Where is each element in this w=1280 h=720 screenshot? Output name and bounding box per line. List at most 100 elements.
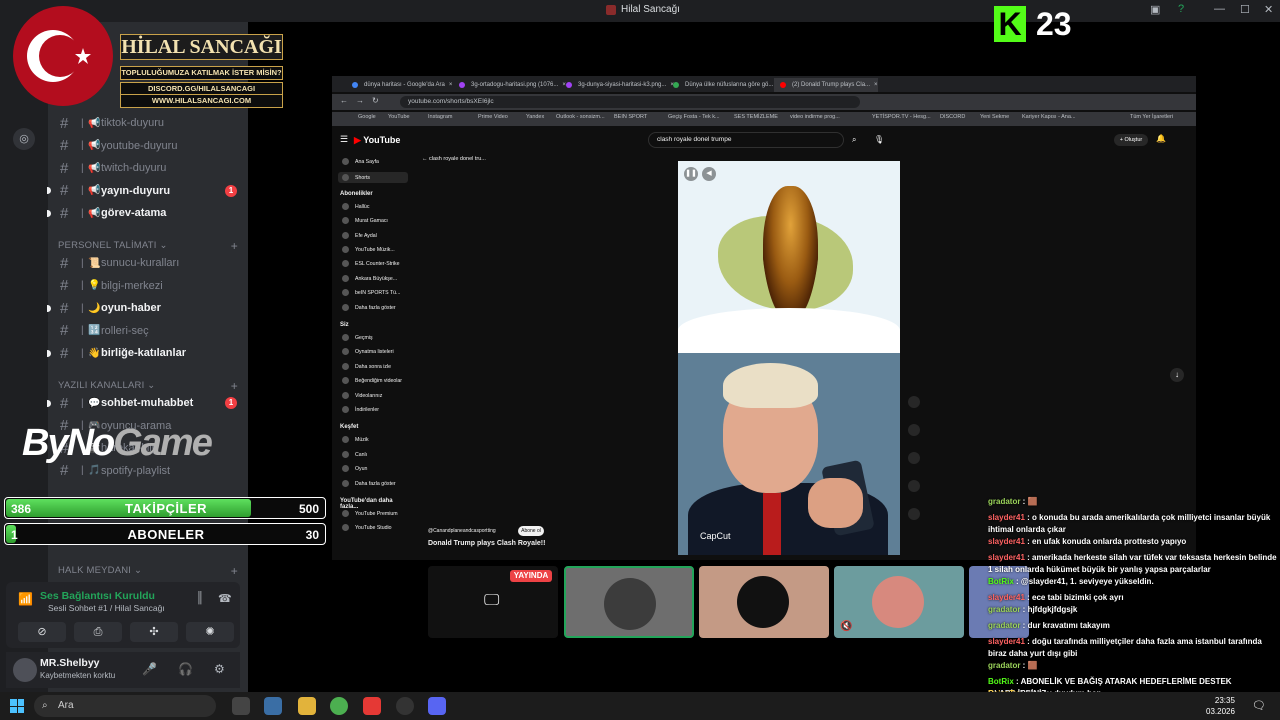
subscription-item[interactable]: Ankara Büyükşe... <box>342 274 397 282</box>
subscription-item[interactable]: Daha fazla göster <box>342 303 396 311</box>
nav-item[interactable]: Shorts <box>338 172 408 184</box>
task-view-icon[interactable] <box>232 697 250 715</box>
youtube-app-icon[interactable] <box>363 697 381 715</box>
share-icon[interactable] <box>908 480 920 492</box>
browser-tab-2[interactable]: 3g-dunya-siyasi-haritasi-k3.png...× <box>560 78 674 92</box>
bookmark-4[interactable]: Yandex <box>526 114 544 120</box>
discover-icon[interactable]: ◎ <box>13 128 35 150</box>
start-button[interactable] <box>10 699 24 713</box>
you-item[interactable]: Videolarınız <box>342 391 382 399</box>
bookmark-11[interactable]: DISCORD <box>940 114 965 120</box>
remix-icon[interactable] <box>908 508 920 520</box>
participant-tile-1[interactable] <box>564 566 694 638</box>
bookmark-3[interactable]: Prime Video <box>478 114 508 120</box>
bookmark-0[interactable]: Google <box>358 114 376 120</box>
mic-icon[interactable]: 🎤 <box>142 662 157 676</box>
more-item[interactable]: YouTube Premium <box>342 510 398 517</box>
short-video-person-with-phone[interactable]: CapCut <box>678 353 900 555</box>
pause-icon[interactable]: ❚❚ <box>684 167 698 181</box>
comment-icon[interactable] <box>908 452 920 464</box>
you-item[interactable]: Daha sonra izle <box>342 362 391 370</box>
soundboard-button[interactable]: ✺ <box>186 622 234 642</box>
taskbar-search[interactable]: ⌕ Ara <box>34 695 216 717</box>
subscription-item[interactable]: Hallüc <box>342 202 369 210</box>
explore-item[interactable]: Daha fazla göster <box>342 479 396 487</box>
bookmark-5[interactable]: Outlook - sonsizm... <box>556 114 605 120</box>
avatar[interactable] <box>13 658 37 682</box>
headphones-icon[interactable]: 🎧 <box>178 662 193 676</box>
bookmark-10[interactable]: YETİSPOR.TV - Hesg... <box>872 114 931 120</box>
channel-0[interactable]: # | 💬 sohbet-muhabbet 1 <box>47 393 248 413</box>
bookmark-6[interactable]: BEIN SPORT <box>614 114 647 120</box>
bookmark-8[interactable]: SES TEMİZLEME <box>734 114 778 120</box>
chat-username[interactable]: gradator <box>988 621 1020 630</box>
category-yazili[interactable]: YAZILI KANALLARI ⌄ + <box>58 379 238 393</box>
explore-item[interactable]: Oyun <box>342 465 367 473</box>
chat-username[interactable]: gradator <box>988 661 1020 670</box>
browser-tab-4[interactable]: (2) Donald Trump plays Cla... × <box>774 78 878 92</box>
subscription-item[interactable]: Efe Aydal <box>342 231 377 239</box>
chat-username[interactable]: slayder41 <box>988 537 1025 546</box>
browser-tab-1[interactable]: 3g-ortadogu-haritasi.png (1076... × <box>453 78 566 92</box>
youtube-search-input[interactable]: clash royale donel trumpe <box>648 132 844 148</box>
browser-tab-0[interactable]: dünya haritası - Google'da Ara × <box>346 78 452 92</box>
video-off-button[interactable]: ⊘ <box>18 622 66 642</box>
subscription-item[interactable]: ESL Counter-Strike <box>342 260 400 268</box>
settings-gear-icon[interactable]: ⚙ <box>214 662 225 676</box>
create-button[interactable]: + Oluştur <box>1114 134 1148 146</box>
taskbar-clock[interactable]: 23:35 03.2026 <box>1206 695 1235 717</box>
channel-1[interactable]: # | 💡 bilgi-merkezi <box>48 276 248 296</box>
forward-icon[interactable]: → <box>356 96 364 105</box>
short-channel[interactable]: @Canandplaneandcasportting <box>428 528 496 534</box>
bookmark-1[interactable]: YouTube <box>388 114 410 120</box>
shorts-back-link[interactable]: ← clash royale donel tru... <box>422 156 486 162</box>
channel-4[interactable]: # | 📢 görev-atama <box>47 203 248 223</box>
dislike-icon[interactable] <box>908 424 920 436</box>
tab-close-icon[interactable]: × <box>874 82 878 88</box>
activity-button[interactable]: ✣ <box>130 622 178 642</box>
back-icon[interactable]: ← <box>340 96 348 105</box>
screen-share-button[interactable]: ⎙ <box>74 622 122 642</box>
category-personel[interactable]: PERSONEL TALİMATI ⌄ + <box>58 239 238 253</box>
menu-icon[interactable]: ☰ <box>340 134 348 145</box>
subscribe-button[interactable]: Abone ol <box>518 526 544 536</box>
bookmark-9[interactable]: video indirme prog... <box>790 114 840 120</box>
chat-username[interactable]: slayder41 <box>988 513 1025 522</box>
participant-tile-3[interactable]: 🔇 <box>834 566 964 638</box>
channel-3[interactable]: # | 📢 yayın-duyuru 1 <box>47 181 248 201</box>
chat-username[interactable]: slayder41 <box>988 593 1025 602</box>
url-field[interactable]: youtube.com/shorts/bsXEI6jlc <box>400 96 860 108</box>
chat-username[interactable]: BotRix <box>988 677 1014 686</box>
tab-close-icon[interactable]: × <box>449 82 453 88</box>
store-icon[interactable] <box>264 697 282 715</box>
help-icon[interactable]: ? <box>1178 3 1184 15</box>
browser-tab-3[interactable]: Dünya ülke nüfuslarına göre gö...× <box>667 78 781 92</box>
close-button[interactable]: ✕ <box>1264 3 1273 16</box>
channel-2[interactable]: # | 🌙 oyun-haber <box>47 298 248 318</box>
you-item[interactable]: Beğendiğim videolar <box>342 377 402 385</box>
channel-4[interactable]: # | 👋 birliğe-katılanlar <box>47 343 248 363</box>
inbox-icon[interactable]: ▣ <box>1150 3 1160 16</box>
channel-1[interactable]: # | 📢 youtube-duyuru <box>48 136 248 156</box>
nav-item[interactable]: Ana Sayfa <box>342 158 379 165</box>
channel-2[interactable]: # | 📢 twitch-duyuru <box>48 158 248 178</box>
discord-app-icon[interactable] <box>428 697 446 715</box>
maximize-button[interactable]: ☐ <box>1240 3 1250 16</box>
short-title[interactable]: Donald Trump plays Clash Royale!! <box>428 540 545 547</box>
minimize-button[interactable]: — <box>1214 3 1225 15</box>
explore-item[interactable]: Müzik <box>342 436 369 444</box>
channel-0[interactable]: # | 📜 sunucu-kuralları <box>48 253 248 273</box>
chat-username[interactable]: slayder41 <box>988 553 1025 562</box>
short-video-map-explosion[interactable]: ❚❚ ◀ <box>678 161 900 353</box>
obs-icon[interactable] <box>396 697 414 715</box>
volume-icon[interactable]: ◀ <box>702 167 716 181</box>
bookmark-13[interactable]: Kariyer Kapısı - Ana... <box>1022 114 1076 120</box>
subscription-item[interactable]: YouTube Müzik... <box>342 246 395 253</box>
add-channel-icon[interactable]: + <box>231 379 238 393</box>
chat-username[interactable]: gradator <box>988 605 1020 614</box>
you-item[interactable]: İndirilenler <box>342 406 379 413</box>
you-item[interactable]: Geçmiş <box>342 334 373 341</box>
voice-search-icon[interactable]: 🎙 <box>874 135 884 144</box>
bookmark-2[interactable]: Instagram <box>428 114 452 120</box>
youtube-logo[interactable]: ▶ YouTube <box>354 135 400 146</box>
